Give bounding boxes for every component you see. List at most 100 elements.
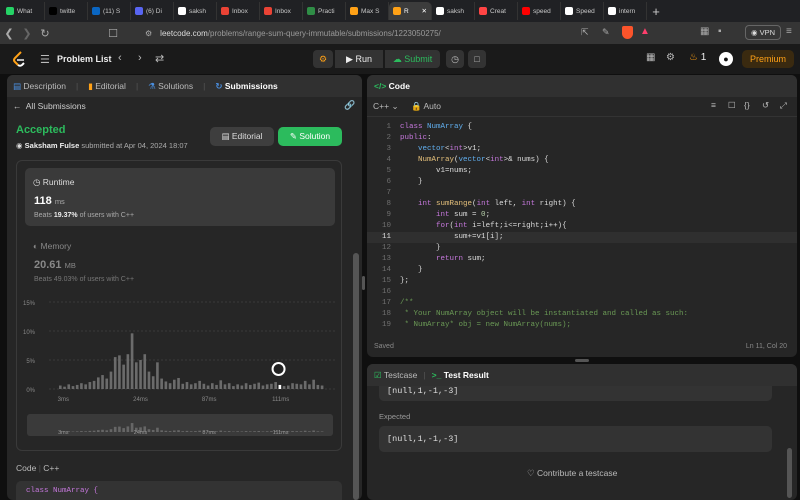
streak-icon[interactable]: ♨ 1 bbox=[689, 52, 706, 63]
runtime-card[interactable]: ◷ Runtime 118 ms Beats 19.37% of users w… bbox=[25, 168, 335, 226]
close-tab-icon[interactable]: ✕ bbox=[422, 7, 427, 15]
sidebar-icon[interactable]: ▦ bbox=[700, 26, 709, 37]
tab-test-result[interactable]: >_ Test Result bbox=[432, 370, 489, 380]
runtime-distribution-chart[interactable]: 15% 10% 5% 0% 3ms 24ms 87ms 111ms 3ms 24ms 87ms 111… bbox=[17, 294, 343, 449]
debug-button[interactable]: ⚙ bbox=[313, 50, 333, 68]
forward-icon[interactable]: ❯ bbox=[18, 27, 36, 40]
browser-tab[interactable]: Speed bbox=[561, 2, 604, 20]
all-submissions-link[interactable]: ← All Submissions bbox=[13, 101, 86, 111]
menu-icon[interactable]: ≡ bbox=[786, 26, 792, 37]
browser-tab[interactable]: twitte bbox=[45, 2, 88, 20]
editorial-button[interactable]: ▤ Editorial bbox=[210, 127, 274, 146]
line-number: 7 bbox=[386, 189, 391, 197]
tab-favicon-icon bbox=[221, 7, 229, 15]
avatar[interactable]: ● bbox=[719, 52, 733, 66]
vertical-resize-handle[interactable] bbox=[362, 276, 365, 290]
tab-favicon-icon bbox=[565, 7, 573, 15]
user-name[interactable]: Saksham Fulse bbox=[25, 141, 80, 150]
chart-bar bbox=[135, 362, 138, 389]
link-icon[interactable]: 🔗 bbox=[344, 100, 355, 111]
tab-title: Inbox bbox=[275, 7, 291, 15]
next-problem-icon[interactable]: › bbox=[138, 52, 142, 64]
edit-icon[interactable]: ✎ bbox=[602, 27, 610, 38]
line-number: 8 bbox=[386, 200, 391, 208]
code-line: 1 class NumArray { bbox=[367, 122, 797, 133]
tab-testcase[interactable]: ☑ Testcase bbox=[374, 370, 417, 381]
code-label: Code bbox=[16, 463, 37, 473]
tab-submissions[interactable]: ↻ Submissions bbox=[215, 81, 277, 92]
tab-solutions[interactable]: ⚗ Solutions bbox=[148, 81, 193, 92]
run-button[interactable]: ▶ Run bbox=[335, 50, 383, 68]
chart-bar bbox=[282, 386, 286, 389]
browser-tab[interactable]: (6) Di bbox=[131, 2, 174, 20]
settings-icon[interactable]: ⚙ bbox=[666, 52, 675, 63]
reload-icon[interactable]: ↻ bbox=[36, 27, 54, 40]
vpn-button[interactable]: ◉ VPN bbox=[745, 25, 782, 40]
format-icon[interactable]: ≡ bbox=[711, 100, 716, 110]
submit-button[interactable]: ☁ Submit bbox=[385, 50, 440, 68]
code-tab[interactable]: </> Code bbox=[374, 81, 410, 91]
notes-icon[interactable]: □ bbox=[468, 50, 486, 68]
problem-list-icon[interactable]: ☰ bbox=[40, 53, 50, 66]
code-line: 5 v1=nums; bbox=[367, 166, 797, 177]
browser-tab[interactable]: Creat bbox=[475, 2, 518, 20]
leetcode-logo-icon[interactable] bbox=[12, 51, 26, 67]
layout-icon[interactable]: ▦ bbox=[646, 52, 655, 63]
code-editor-panel: </> Code C++ ⌄ 🔒 Auto ≡ ☐ {} ↺ ⤢ 1 class … bbox=[367, 75, 797, 357]
chart-bar bbox=[122, 364, 125, 389]
chart-bar bbox=[232, 386, 235, 389]
new-tab-button[interactable]: + bbox=[647, 2, 665, 20]
chart-bar bbox=[63, 386, 66, 389]
tab-title: (11) S bbox=[103, 7, 121, 15]
result-scrollbar[interactable] bbox=[787, 448, 792, 498]
code-editor[interactable]: 1 class NumArray {2 public: 3 vector<int>v1… bbox=[367, 122, 797, 332]
contribute-testcase-link[interactable]: ♡ Contribute a testcase bbox=[527, 468, 617, 479]
x-tick-label: 3ms bbox=[58, 397, 69, 403]
navigator-bar bbox=[219, 430, 223, 432]
solution-button[interactable]: ✎ Solution bbox=[278, 127, 342, 146]
chart-bar bbox=[198, 380, 201, 389]
browser-tab[interactable]: saksh bbox=[432, 2, 475, 20]
tab-title: saksh bbox=[189, 7, 206, 15]
brave-rewards-icon[interactable]: ▲ bbox=[640, 26, 650, 37]
bookmark-icon[interactable]: ☐ bbox=[104, 27, 122, 40]
share-icon[interactable]: ⇱ bbox=[581, 27, 589, 38]
prev-problem-icon[interactable]: ‹ bbox=[118, 52, 122, 64]
navigator-bar bbox=[118, 426, 121, 432]
braces-icon[interactable]: {} bbox=[744, 100, 750, 110]
bookmark-code-icon[interactable]: ☐ bbox=[728, 100, 736, 111]
chart-bar bbox=[92, 380, 96, 389]
auto-mode[interactable]: 🔒 Auto bbox=[411, 101, 441, 112]
tab-description[interactable]: ▤ Description bbox=[13, 81, 66, 92]
back-icon[interactable]: ❮ bbox=[0, 27, 18, 40]
browser-tab[interactable]: Inbox bbox=[217, 2, 260, 20]
fullscreen-icon[interactable]: ⤢ bbox=[780, 100, 787, 111]
browser-tab[interactable]: (11) S bbox=[88, 2, 131, 20]
premium-button[interactable]: Premium bbox=[742, 50, 794, 68]
wallet-icon[interactable]: ▪ bbox=[718, 26, 722, 37]
chart-bar bbox=[177, 377, 180, 389]
tab-editorial[interactable]: ▮ Editorial bbox=[88, 81, 126, 92]
browser-tab[interactable]: Max S bbox=[346, 2, 389, 20]
browser-tab[interactable]: Inbox bbox=[260, 2, 303, 20]
navigator-bar bbox=[240, 431, 244, 432]
left-scrollbar[interactable] bbox=[353, 253, 359, 500]
site-settings-icon[interactable]: ⚙ bbox=[145, 29, 152, 38]
horizontal-resize-handle[interactable] bbox=[575, 359, 589, 362]
chart-bar bbox=[109, 371, 113, 389]
browser-tab[interactable]: What bbox=[2, 2, 45, 20]
browser-tab[interactable]: saksh bbox=[174, 2, 217, 20]
reset-icon[interactable]: ↺ bbox=[762, 100, 769, 111]
random-problem-icon[interactable]: ⇄ bbox=[155, 52, 164, 65]
chart-bar bbox=[244, 383, 248, 389]
language-select[interactable]: C++ ⌄ bbox=[373, 101, 399, 112]
browser-tab[interactable]: intern bbox=[604, 2, 647, 20]
browser-tab[interactable]: speed bbox=[518, 2, 561, 20]
timer-icon[interactable]: ◷ bbox=[446, 50, 464, 68]
tab-title: (6) Di bbox=[146, 7, 162, 15]
browser-tab[interactable]: R ✕ bbox=[389, 2, 432, 20]
brave-shield-icon[interactable] bbox=[622, 26, 633, 39]
problem-list-link[interactable]: Problem List bbox=[57, 54, 112, 64]
memory-card[interactable]: ◐ Memory 20.61 MB Beats 49.03% of users … bbox=[25, 233, 335, 291]
browser-tab[interactable]: Practi bbox=[303, 2, 346, 20]
